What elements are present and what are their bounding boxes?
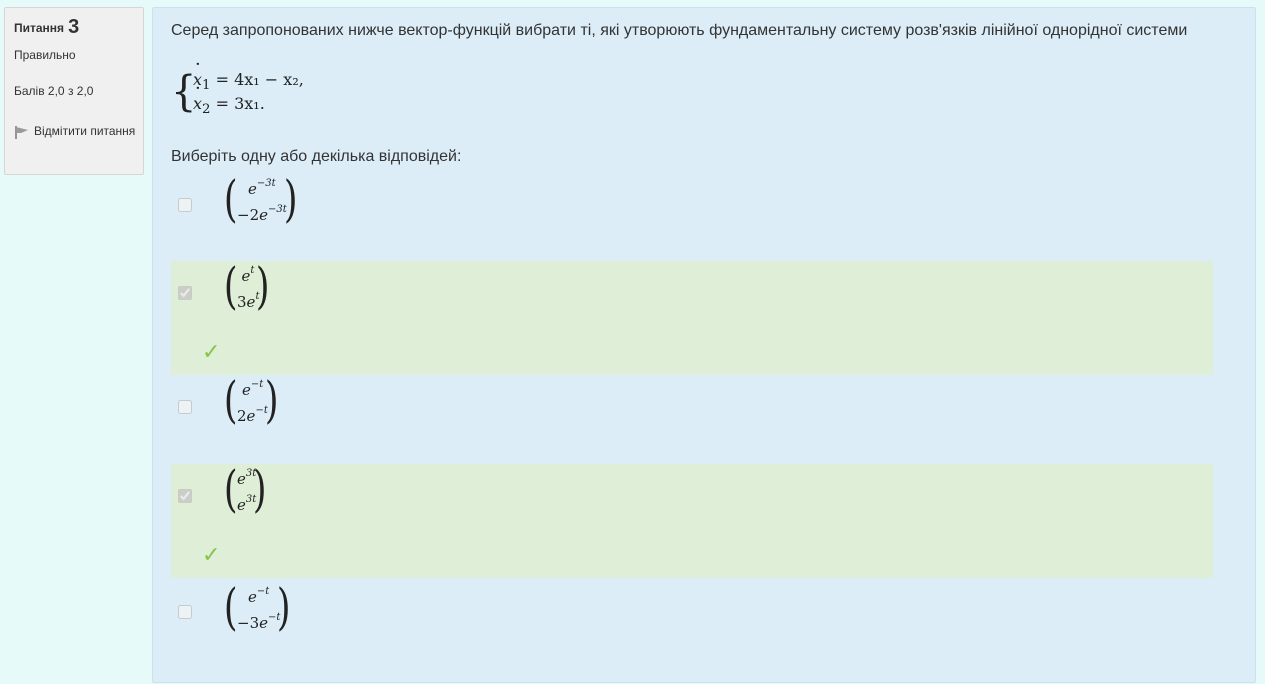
equation-2-lhs: x: [193, 77, 202, 116]
vector-top-entry-exponent: −t: [256, 586, 270, 597]
vector-top-entry: e−t: [248, 586, 270, 606]
correct-check-icon: ✓: [202, 542, 221, 567]
left-parenthesis: (: [223, 257, 238, 315]
vector-bottom-entry-coefficient: −2: [237, 206, 260, 224]
answer-option[interactable]: et 3et() ✓: [171, 257, 1213, 375]
answer-checkbox[interactable]: [178, 489, 192, 503]
flag-icon: [15, 126, 28, 139]
vector-top-entry: e−t: [242, 379, 264, 399]
vector-top-entry-exponent: t: [250, 265, 255, 276]
vector-bottom-entry: −3e−t: [237, 612, 280, 632]
question-text: Серед запропонованих нижче вектор-функці…: [171, 22, 1188, 39]
question-info-panel: Питання 3 Правильно Балів 2,0 з 2,0 Відмі…: [4, 7, 144, 175]
question-state: Правильно: [14, 48, 76, 62]
vector-bottom-entry: 2e−t: [237, 405, 268, 425]
right-parenthesis: ): [283, 170, 298, 228]
equation-1-rhs: = 4x₁ − x₂,: [215, 70, 304, 89]
question-label: Питання: [14, 21, 65, 35]
answer-checkbox[interactable]: [178, 286, 192, 300]
answer-checkbox[interactable]: [178, 198, 192, 212]
vector-bottom-entry-base: e: [259, 206, 269, 224]
vector-top-entry-base: e: [237, 470, 246, 488]
question-number-value: 3: [68, 16, 80, 38]
answer-option[interactable]: e−3t −2e−3t(): [171, 170, 1213, 267]
left-parenthesis: (: [223, 371, 238, 429]
flag-question-button[interactable]: Відмітити питання: [14, 118, 143, 144]
flag-label: Відмітити питання: [34, 124, 136, 138]
vector-top-entry: e−3t: [248, 178, 276, 198]
vector-top-entry-base: e: [242, 381, 251, 399]
vector-bottom-entry-coefficient: −3: [237, 614, 260, 632]
vector-top-entry-base: e: [248, 588, 257, 606]
equation-2: x2 = 3x₁.: [193, 77, 304, 118]
vector-bottom-entry: −2e−3t: [237, 204, 287, 224]
answer-option[interactable]: e−t −3e−t(): [171, 578, 1213, 672]
vector-top-entry-exponent: −3t: [256, 178, 276, 189]
right-parenthesis: ): [264, 371, 279, 429]
question-number: Питання 3: [14, 16, 143, 39]
vector-top-entry: et: [242, 265, 255, 285]
vector-top-entry-base: e: [248, 180, 257, 198]
answer-option[interactable]: e−t 2e−t(): [171, 371, 1213, 463]
answer-checkbox[interactable]: [178, 605, 192, 619]
equation-1: x1 = 4x₁ − x₂,: [193, 53, 304, 94]
question-grade: Балів 2,0 з 2,0: [14, 84, 94, 98]
vector-bottom-entry-base: e: [259, 614, 269, 632]
answer-checkbox[interactable]: [178, 400, 192, 414]
vector-bottom-entry-coefficient: 2: [237, 407, 247, 425]
question-content: Серед запропонованих нижче вектор-функці…: [152, 7, 1256, 683]
answer-prompt: Виберіть одну або декілька відповідей:: [171, 148, 462, 165]
equation-1-sub: 1: [202, 78, 211, 94]
answer-option[interactable]: e3t e3t() ✓: [171, 460, 1213, 578]
equation-2-sub: 2: [202, 102, 211, 118]
vector-bottom-entry-base: e: [237, 496, 246, 514]
left-parenthesis: (: [223, 170, 238, 228]
vector-bottom-entry-coefficient: 3: [237, 293, 247, 311]
left-parenthesis: (: [223, 578, 238, 636]
equation-2-rhs: = 3x₁.: [215, 94, 265, 113]
right-parenthesis: ): [255, 257, 270, 315]
correct-check-icon: ✓: [202, 339, 221, 364]
left-parenthesis: (: [223, 460, 238, 518]
right-parenthesis: ): [276, 578, 291, 636]
vector-top-entry-exponent: −t: [250, 379, 264, 390]
right-parenthesis: ): [252, 460, 267, 518]
